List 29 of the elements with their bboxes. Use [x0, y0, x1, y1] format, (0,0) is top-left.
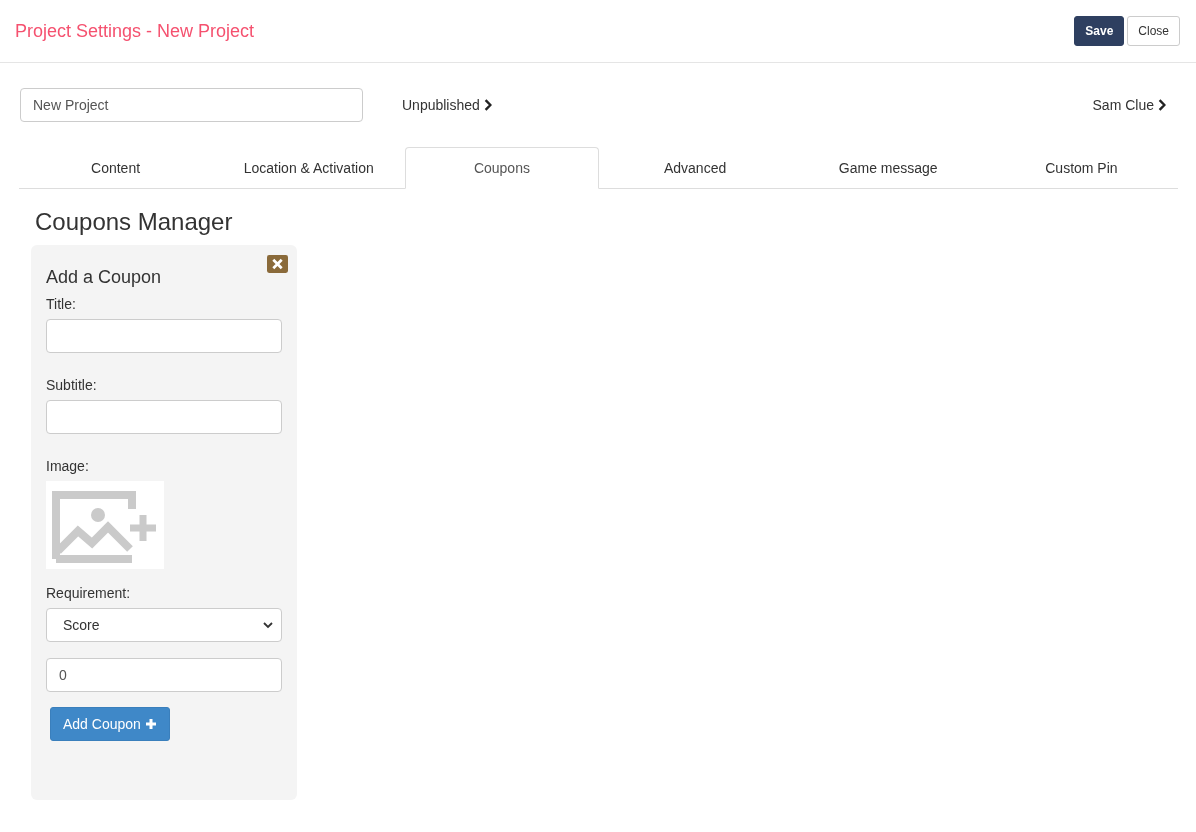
requirement-value-field[interactable]: 0 [46, 658, 282, 692]
form-title: Add a Coupon [46, 267, 162, 288]
field-label: Title: [46, 296, 76, 312]
chevron-down-icon [263, 621, 273, 629]
plus-icon [144, 718, 157, 730]
requirement-select[interactable]: Score [46, 608, 282, 642]
tab[interactable]: Location & Activation [212, 147, 406, 189]
field-label: Requirement: [46, 585, 131, 601]
add-image-icon[interactable] [46, 481, 164, 569]
project-name-field[interactable]: New Project [20, 88, 363, 122]
tab[interactable]: Coupons [405, 147, 599, 189]
title-field[interactable] [46, 319, 282, 353]
tab[interactable]: Custom Pin [984, 147, 1178, 189]
field-label: Subtitle: [46, 377, 97, 393]
section-heading: Coupons Manager [35, 208, 234, 237]
tab[interactable]: Game message [791, 147, 985, 189]
chevron-right-icon [483, 99, 492, 111]
close-icon[interactable] [267, 255, 288, 273]
field-label: Image: [46, 458, 89, 474]
header-button[interactable]: Close [1127, 16, 1180, 46]
page-title: Project Settings - New Project [15, 20, 255, 42]
chevron-right-icon [1158, 99, 1166, 111]
tab[interactable]: Content [19, 147, 213, 189]
header-button[interactable]: Save [1074, 16, 1125, 46]
add-coupon-button[interactable]: Add Coupon [50, 707, 170, 741]
subtitle-field[interactable] [46, 400, 282, 434]
tab[interactable]: Advanced [598, 147, 792, 189]
status-link[interactable]: Unpublished [402, 97, 492, 113]
owner-link[interactable]: Sam Clue [1092, 97, 1166, 113]
